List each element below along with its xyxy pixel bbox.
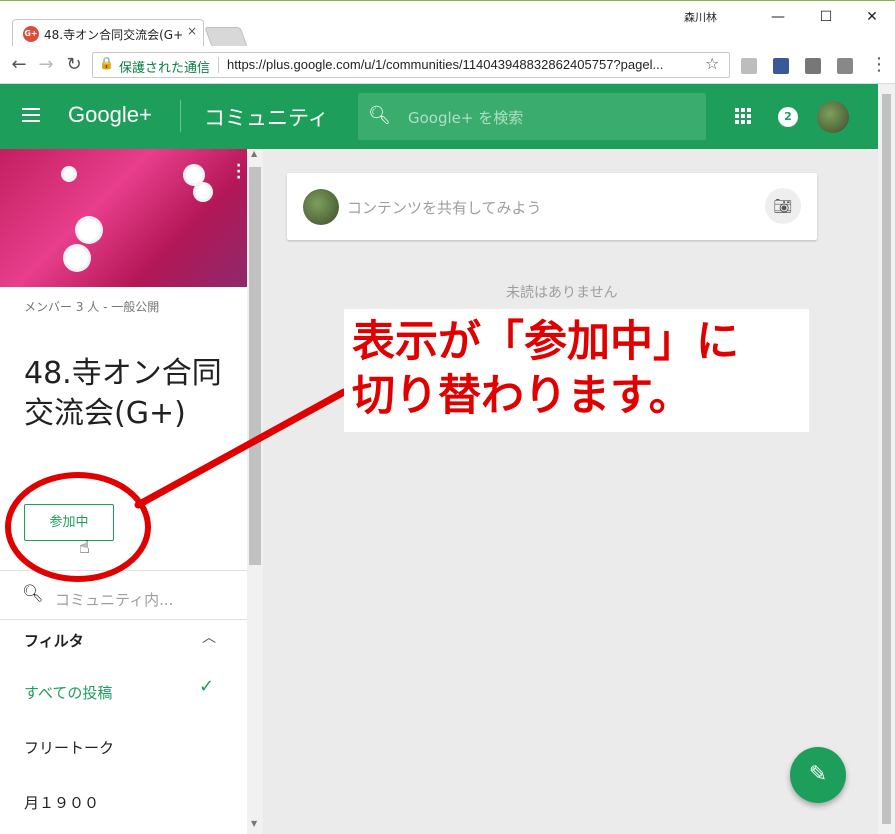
annotation-line-1: 表示が「参加中」に	[352, 317, 739, 367]
compose-pencil-icon[interactable]: ✎	[790, 747, 846, 803]
annotation-text: 表示が「参加中」に 切り替わります。	[352, 315, 739, 423]
annotation-line-2: 切り替わります。	[352, 371, 692, 421]
annotation-line	[134, 388, 348, 509]
annotation-callout: 表示が「参加中」に 切り替わります。	[344, 309, 809, 432]
annotation-circle	[5, 472, 151, 582]
